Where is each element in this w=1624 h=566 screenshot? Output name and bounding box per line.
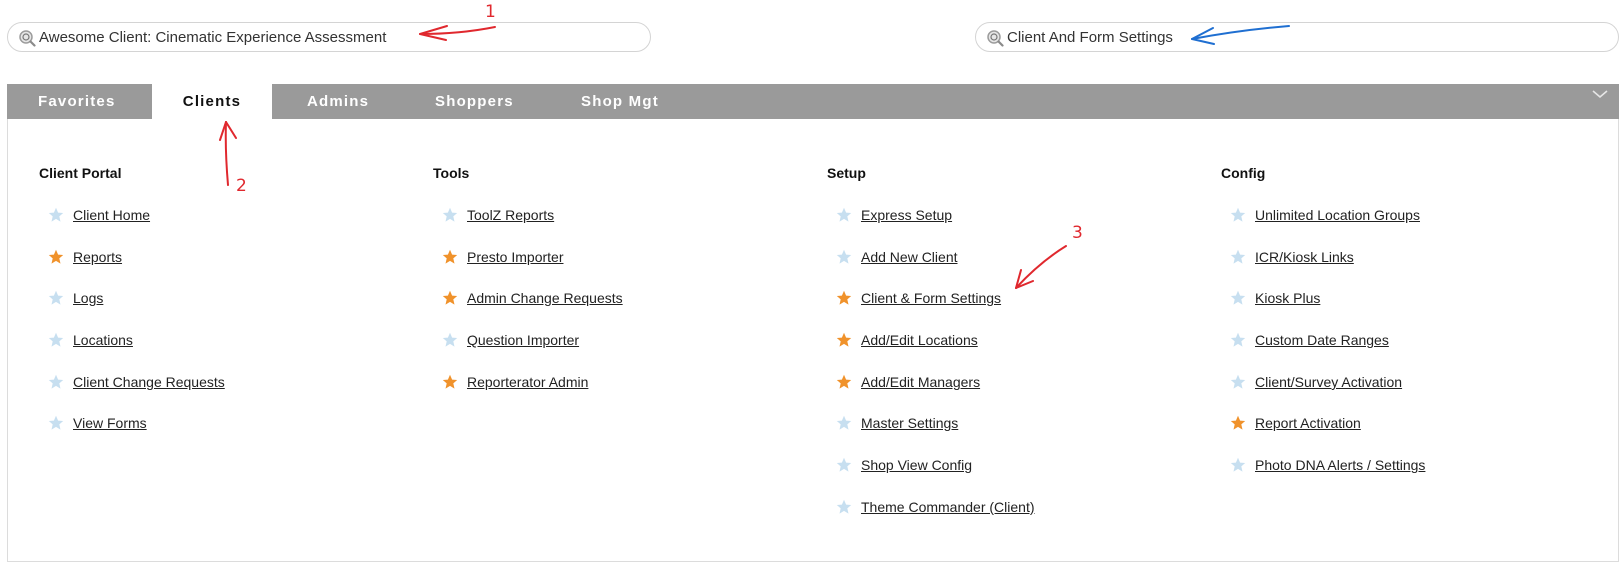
tab-admins[interactable]: Admins	[307, 84, 369, 119]
menu-item-link[interactable]: Add/Edit Managers	[861, 373, 980, 391]
search-input-client[interactable]: Awesome Client: Cinematic Experience Ass…	[7, 22, 651, 52]
menu-item-link[interactable]: Client/Survey Activation	[1255, 373, 1402, 391]
search-input-value: Client And Form Settings	[1007, 29, 1173, 46]
menu-item-link[interactable]: Report Activation	[1255, 414, 1361, 432]
chevron-down-icon[interactable]	[1589, 86, 1611, 102]
menu-item-link[interactable]: Add New Client	[861, 248, 958, 266]
tab-clients[interactable]: Clients	[152, 84, 272, 121]
menu-item-link[interactable]: Admin Change Requests	[467, 289, 623, 307]
star-icon[interactable]	[836, 415, 852, 431]
star-icon[interactable]	[1230, 290, 1246, 306]
star-icon[interactable]	[442, 207, 458, 223]
menu-panel	[7, 84, 1619, 562]
tab-favorites[interactable]: Favorites	[38, 84, 116, 119]
star-icon[interactable]	[1230, 332, 1246, 348]
menu-item-link[interactable]: Locations	[73, 331, 133, 349]
star-icon[interactable]	[1230, 374, 1246, 390]
column-heading: Client Portal	[39, 165, 122, 181]
star-icon[interactable]	[442, 332, 458, 348]
search-input-settings[interactable]: Client And Form Settings	[975, 22, 1619, 52]
star-icon[interactable]	[836, 207, 852, 223]
menu-item-link[interactable]: Kiosk Plus	[1255, 289, 1320, 307]
menu-item-link[interactable]: Unlimited Location Groups	[1255, 206, 1420, 224]
menu-item-link[interactable]: Custom Date Ranges	[1255, 331, 1389, 349]
star-icon[interactable]	[48, 415, 64, 431]
column-heading: Setup	[827, 165, 866, 181]
star-icon[interactable]	[836, 249, 852, 265]
star-icon[interactable]	[836, 457, 852, 473]
star-filled-icon[interactable]	[442, 290, 458, 306]
tab-bar: Favorites Clients Admins Shoppers Shop M…	[7, 84, 1619, 121]
annotation-label-1: 1	[485, 2, 496, 22]
star-icon[interactable]	[48, 207, 64, 223]
menu-item-link[interactable]: Question Importer	[467, 331, 579, 349]
star-filled-icon[interactable]	[442, 374, 458, 390]
star-filled-icon[interactable]	[836, 290, 852, 306]
star-filled-icon[interactable]	[836, 374, 852, 390]
menu-item-link[interactable]: Logs	[73, 289, 103, 307]
menu-item-link[interactable]: Client Home	[73, 206, 150, 224]
menu-item-link[interactable]: Reports	[73, 248, 122, 266]
menu-item-link[interactable]: Presto Importer	[467, 248, 563, 266]
menu-item-link[interactable]: View Forms	[73, 414, 147, 432]
star-icon[interactable]	[48, 290, 64, 306]
tab-shoppers[interactable]: Shoppers	[435, 84, 514, 119]
menu-item-link[interactable]: Add/Edit Locations	[861, 331, 978, 349]
star-icon[interactable]	[48, 332, 64, 348]
menu-item-link[interactable]: Photo DNA Alerts / Settings	[1255, 456, 1425, 474]
star-icon[interactable]	[1230, 457, 1246, 473]
menu-item-link[interactable]: Client & Form Settings	[861, 289, 1001, 307]
column-heading: Config	[1221, 165, 1266, 181]
star-icon[interactable]	[836, 499, 852, 515]
star-filled-icon[interactable]	[442, 249, 458, 265]
menu-item-link[interactable]: Shop View Config	[861, 456, 972, 474]
menu-item-link[interactable]: ToolZ Reports	[467, 206, 554, 224]
menu-item-link[interactable]: ICR/Kiosk Links	[1255, 248, 1354, 266]
star-icon[interactable]	[1230, 207, 1246, 223]
column-heading: Tools	[433, 165, 470, 181]
menu-item-link[interactable]: Client Change Requests	[73, 373, 225, 391]
search-icon	[19, 30, 36, 47]
star-filled-icon[interactable]	[48, 249, 64, 265]
tab-shop-mgt[interactable]: Shop Mgt	[581, 84, 659, 119]
menu-item-link[interactable]: Master Settings	[861, 414, 958, 432]
star-icon[interactable]	[1230, 249, 1246, 265]
menu-item-link[interactable]: Express Setup	[861, 206, 952, 224]
menu-item-link[interactable]: Theme Commander (Client)	[861, 498, 1035, 516]
menu-item-link[interactable]: Reporterator Admin	[467, 373, 588, 391]
star-filled-icon[interactable]	[836, 332, 852, 348]
search-input-value: Awesome Client: Cinematic Experience Ass…	[39, 29, 387, 46]
star-filled-icon[interactable]	[1230, 415, 1246, 431]
star-icon[interactable]	[48, 374, 64, 390]
search-icon	[987, 30, 1004, 47]
